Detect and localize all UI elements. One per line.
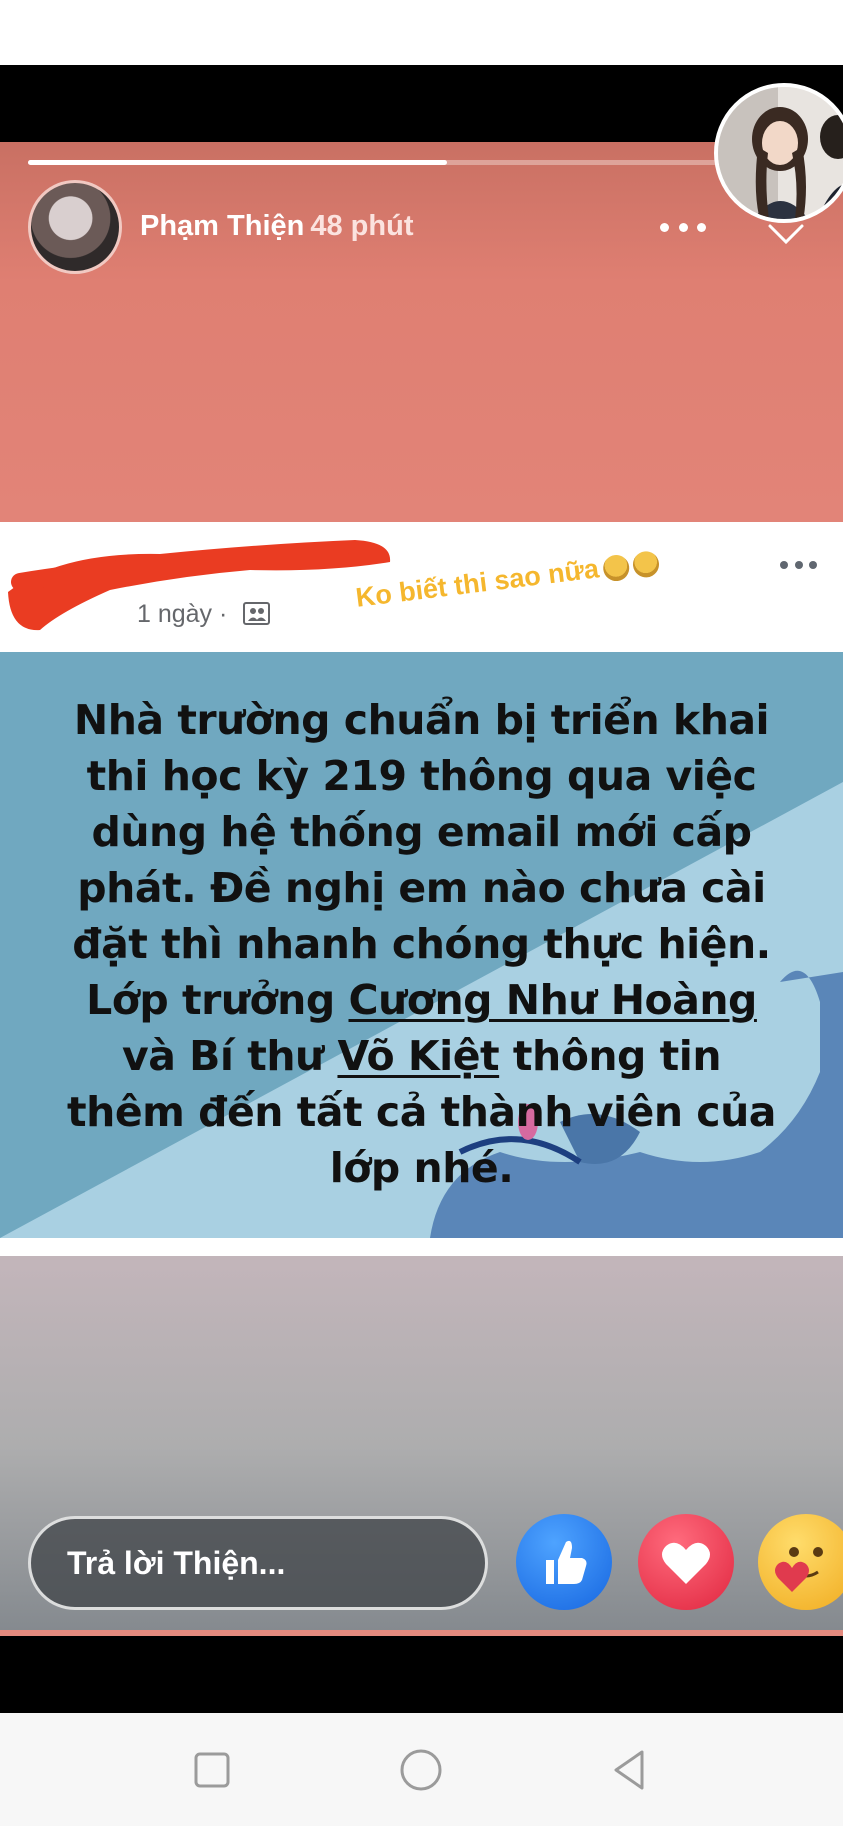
- post-more-icon[interactable]: [780, 560, 817, 570]
- more-icon[interactable]: [660, 212, 706, 242]
- mention-secretary: Võ Kiệt: [337, 1032, 500, 1080]
- notice-text: Nhà trường chuẩn bị triển khai thi học k…: [67, 696, 776, 1192]
- emoji-icon: [631, 549, 661, 579]
- mention-class-monitor: Cương Như Hoàng: [348, 976, 758, 1024]
- reply-input[interactable]: Trả lời Thiện...: [28, 1516, 488, 1610]
- floating-video-avatar[interactable]: [714, 83, 843, 223]
- story-time: 48 phút: [310, 210, 414, 242]
- author-avatar[interactable]: [28, 180, 122, 274]
- post-divider: [0, 1238, 843, 1256]
- post-meta: 1 ngày ·: [137, 600, 228, 628]
- audience-icon: [243, 602, 270, 625]
- emoji-icon: [601, 553, 631, 583]
- status-bar: [0, 0, 843, 65]
- love-icon[interactable]: [638, 1514, 734, 1610]
- post-image: Nhà trường chuẩn bị triển khai thi học k…: [0, 652, 843, 1238]
- story-progress-fill: [28, 160, 447, 165]
- close-icon[interactable]: [764, 220, 808, 250]
- story-progress-track: [28, 160, 818, 165]
- home-icon[interactable]: [399, 1748, 443, 1792]
- author-header[interactable]: Phạm Thiện 48 phút: [140, 210, 413, 243]
- bottom-letterbox: [0, 1636, 843, 1713]
- recent-apps-icon[interactable]: [190, 1748, 234, 1792]
- back-icon[interactable]: [608, 1748, 652, 1792]
- author-name[interactable]: Phạm Thiện: [140, 210, 304, 242]
- like-icon[interactable]: [516, 1514, 612, 1610]
- care-icon[interactable]: [758, 1514, 843, 1610]
